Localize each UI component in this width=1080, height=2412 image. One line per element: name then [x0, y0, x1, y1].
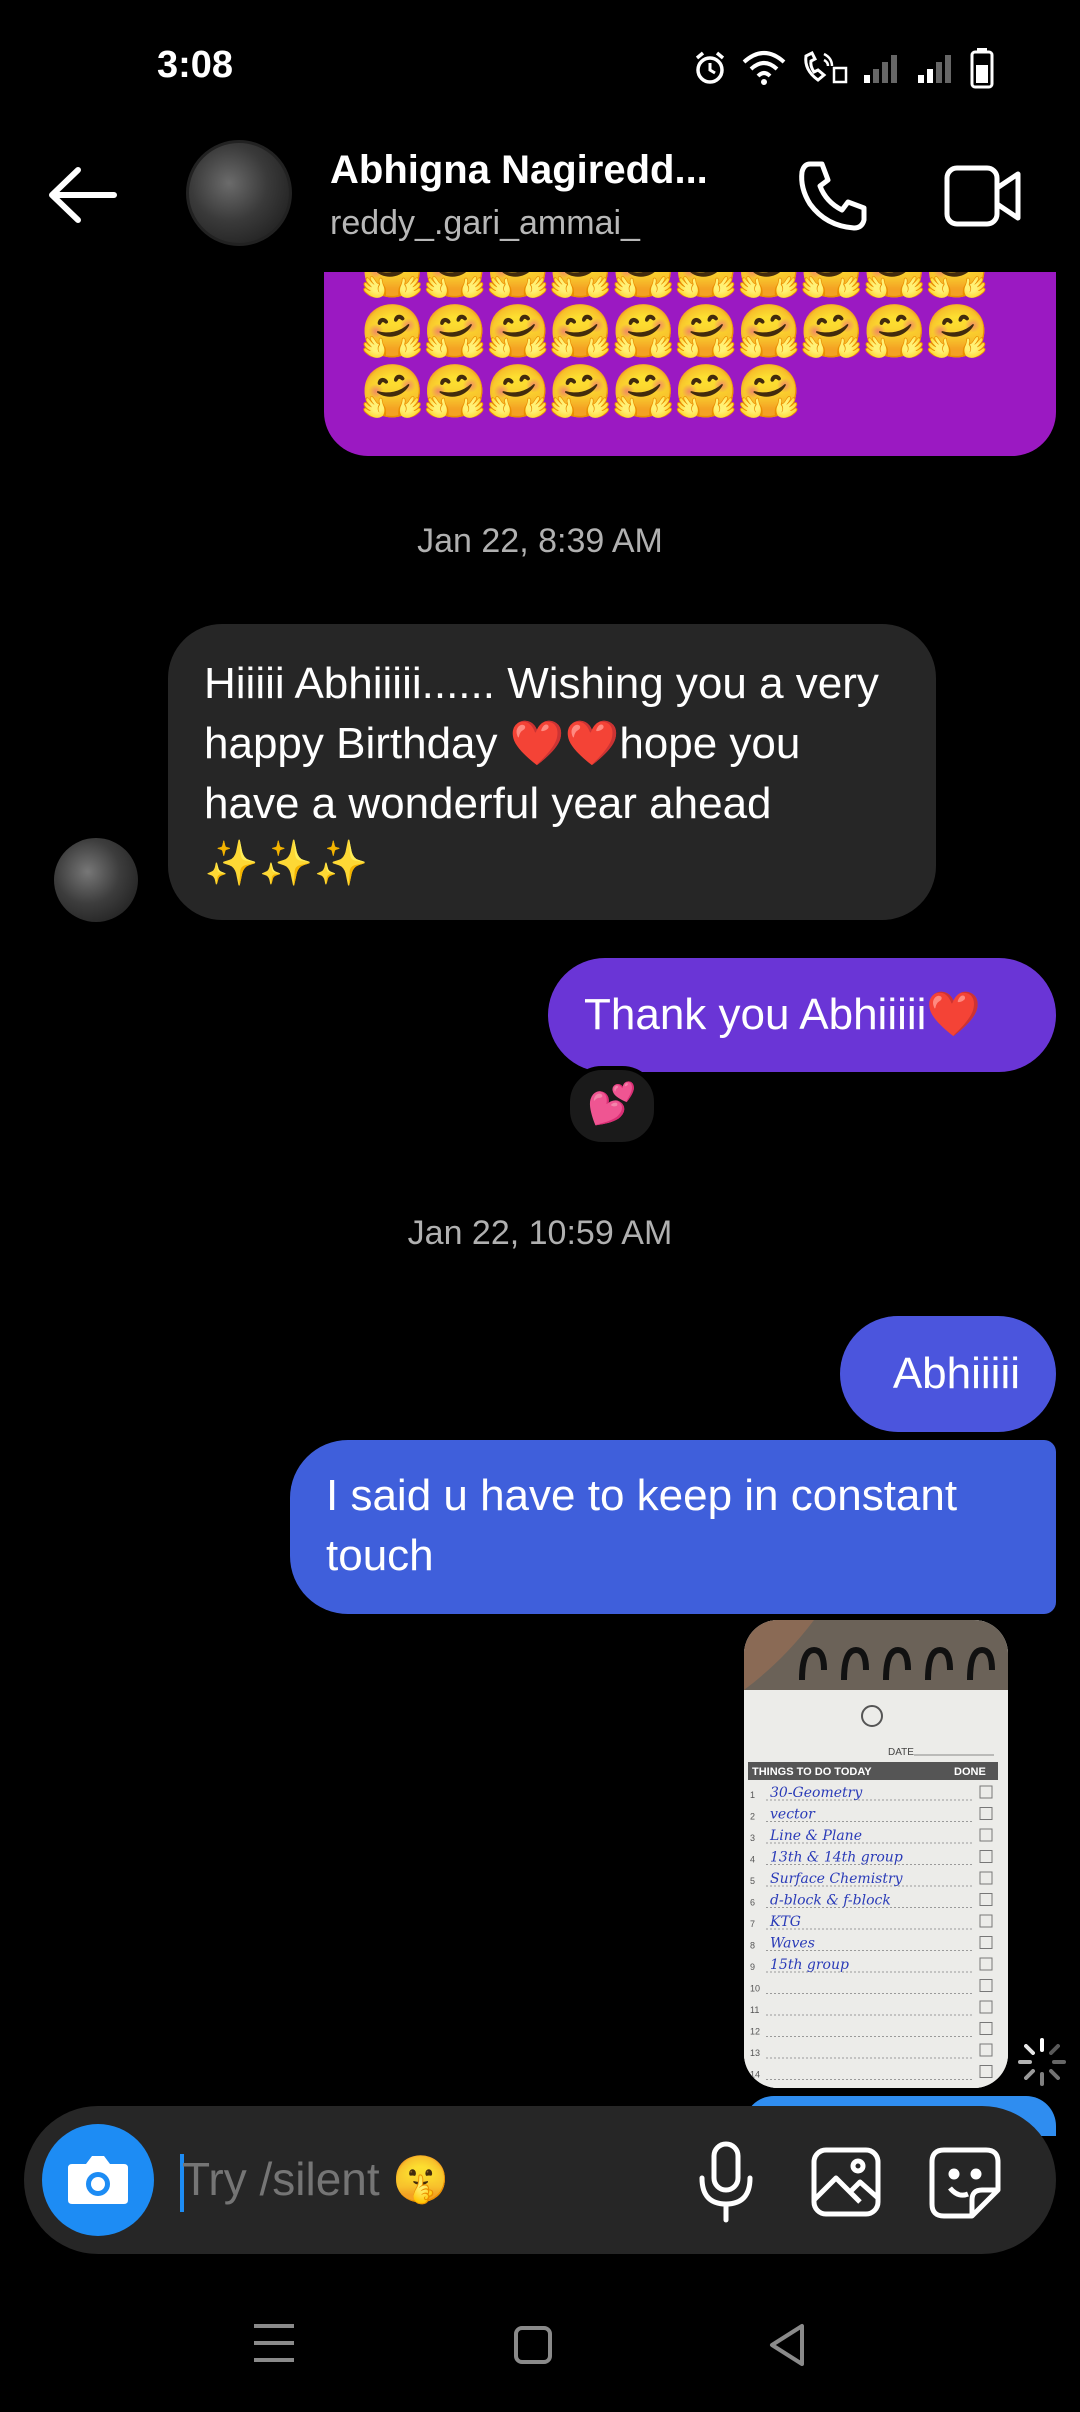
- reaction-badge[interactable]: 💕: [566, 1066, 658, 1146]
- home-icon: [514, 2326, 552, 2364]
- todo-header: THINGS TO DO TODAY: [752, 1766, 872, 1778]
- sent-emoji-message[interactable]: 🤗🤗🤗🤗🤗🤗🤗🤗🤗🤗🤗🤗🤗🤗🤗🤗🤗🤗🤗🤗🤗🤗🤗🤗🤗🤗🤗: [324, 272, 1056, 456]
- voice-call-button[interactable]: [796, 158, 872, 234]
- status-time: 3:08: [157, 44, 234, 86]
- note-item: Line & Plane: [769, 1828, 862, 1844]
- recent-apps-button[interactable]: [252, 2322, 296, 2364]
- signal-icon: [918, 55, 951, 83]
- note-row-number: 1: [750, 1790, 755, 1800]
- note-item: 30-Geometry: [770, 1785, 863, 1801]
- note-item: vector: [770, 1807, 816, 1823]
- note-row-number: 13: [750, 2048, 760, 2058]
- triangle-back-icon: [770, 2324, 804, 2366]
- camera-icon: [68, 2156, 128, 2204]
- contact-username[interactable]: reddy_.gari_ammai_: [330, 204, 640, 243]
- note-item: 15th group: [770, 1957, 849, 1973]
- note-row-number: 2: [750, 1812, 755, 1822]
- note-row-number: 6: [750, 1898, 755, 1908]
- alarm-icon: [695, 51, 725, 84]
- signal-icon: [864, 55, 897, 83]
- note-row-number: 14: [750, 2070, 760, 2080]
- note-row-number: 7: [750, 1919, 755, 1929]
- sticker-button[interactable]: [928, 2146, 1002, 2220]
- note-row-number: 8: [750, 1941, 755, 1951]
- battery-icon: [970, 48, 994, 89]
- message-composer: [24, 2106, 1056, 2254]
- note-row-number: 9: [750, 1962, 755, 1972]
- sent-message[interactable]: I said u have to keep in constant touch: [290, 1440, 1056, 1614]
- message-input[interactable]: [182, 2152, 522, 2206]
- image-icon: [811, 2147, 881, 2217]
- wifi-icon: [742, 51, 786, 85]
- camera-button[interactable]: [42, 2124, 154, 2236]
- note-row-number: 4: [750, 1855, 755, 1865]
- video-camera-icon: [944, 165, 1021, 227]
- note-row-number: 11: [750, 2005, 759, 2015]
- back-button[interactable]: [44, 160, 124, 230]
- phone-icon: [799, 161, 867, 231]
- back-arrow-icon: [49, 167, 117, 223]
- date-label: DATE: [888, 1747, 914, 1758]
- message-text: Thank you Abhiiiii❤️: [584, 990, 982, 1039]
- contact-name[interactable]: Abhigna Nagiredd...: [330, 148, 708, 193]
- note-item: 13th & 14th group: [770, 1850, 903, 1866]
- note-item: Waves: [770, 1936, 815, 1952]
- menu-icon: [254, 2324, 294, 2362]
- sent-message[interactable]: Abhiiiii: [840, 1316, 1056, 1432]
- video-call-button[interactable]: [944, 162, 1022, 230]
- emoji-content: 🤗🤗🤗🤗🤗🤗🤗🤗🤗🤗🤗🤗🤗🤗🤗🤗🤗🤗🤗🤗🤗🤗🤗🤗🤗🤗🤗: [360, 272, 989, 421]
- home-button[interactable]: [514, 2326, 552, 2364]
- loading-spinner-icon: [1018, 2038, 1066, 2086]
- note-row-number: 3: [750, 1833, 755, 1843]
- note-row-number: 5: [750, 1876, 755, 1886]
- status-icons: [692, 46, 994, 90]
- note-item: d-block & f-block: [770, 1893, 891, 1909]
- note-item: Surface Chemistry: [770, 1871, 904, 1887]
- timestamp: Jan 22, 8:39 AM: [417, 522, 663, 560]
- sent-message[interactable]: Thank you Abhiiiii❤️: [548, 958, 1056, 1072]
- timestamp: Jan 22, 10:59 AM: [407, 1214, 673, 1252]
- notepad-photo: DATE THINGS TO DO TODAY DONE 12345678910…: [744, 1620, 1008, 2088]
- message-text: Abhiiiii: [892, 1349, 1020, 1398]
- microphone-icon: [699, 2141, 753, 2223]
- sender-avatar[interactable]: [54, 838, 138, 922]
- note-row-number: 10: [750, 1984, 760, 1994]
- sticker-icon: [929, 2147, 1001, 2219]
- volte-call-icon: [804, 50, 848, 84]
- note-row-number: 12: [750, 2027, 760, 2037]
- sent-image-message[interactable]: DATE THINGS TO DO TODAY DONE 1 2 3 4 5 6 7 8 9 10…: [744, 1620, 1008, 2088]
- system-back-button[interactable]: [768, 2322, 806, 2368]
- received-message[interactable]: Hiiiii Abhiiiii...... Wishing you a very…: [168, 624, 936, 920]
- done-label: DONE: [954, 1766, 986, 1778]
- header-avatar[interactable]: [186, 140, 292, 246]
- gallery-button[interactable]: [810, 2146, 882, 2218]
- microphone-button[interactable]: [692, 2140, 760, 2224]
- note-item: KTG: [769, 1914, 801, 1930]
- message-text: I said u have to keep in constant touch: [326, 1471, 958, 1580]
- message-text: Hiiiii Abhiiiii...... Wishing you a very…: [204, 659, 879, 888]
